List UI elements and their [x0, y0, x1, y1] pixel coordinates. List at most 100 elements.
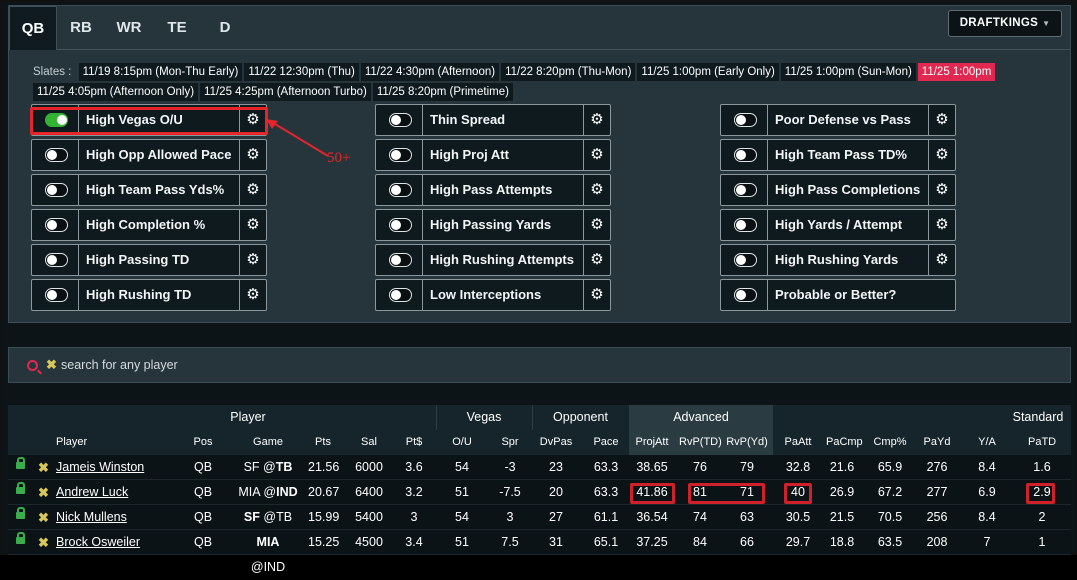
column-header[interactable]: O/U [448, 430, 476, 455]
toggle-switch[interactable] [45, 218, 68, 232]
column-header[interactable]: Game [238, 430, 298, 455]
toggle-switch[interactable] [734, 288, 757, 302]
column-header[interactable]: Pos [188, 430, 218, 455]
column-header[interactable]: RvP(TD) [679, 430, 722, 455]
tab-te[interactable]: TE [153, 6, 201, 50]
column-header[interactable]: PaAtt [783, 430, 813, 455]
exclude-icon[interactable]: ✖ [38, 505, 49, 530]
tab-wr[interactable]: WR [105, 6, 153, 50]
column-header[interactable]: Pts [308, 430, 338, 455]
player-name-link[interactable]: Brock Osweiler [56, 530, 140, 555]
slate-chip[interactable]: 11/25 8:20pm (Primetime) [372, 83, 513, 101]
group-vegas: Vegas [436, 405, 531, 430]
gear-icon[interactable]: ⚙ [239, 210, 266, 240]
toggle-switch[interactable] [389, 288, 412, 302]
column-header[interactable]: PaCmp [826, 430, 863, 455]
at-symbol: @ [259, 460, 276, 474]
column-header[interactable]: Sal [353, 430, 385, 455]
toggle-switch[interactable] [389, 253, 412, 267]
slate-chip[interactable]: 11/25 1:00pm (Sun-Mon) [780, 63, 916, 81]
position-tabs: QB RB WR TE D [9, 6, 249, 50]
gear-icon[interactable]: ⚙ [239, 140, 266, 170]
gear-icon[interactable]: ⚙ [583, 245, 610, 275]
highlight-box [1026, 483, 1055, 504]
slate-chip[interactable]: 11/25 1:00pm (Early Only) [637, 63, 779, 81]
lock-icon[interactable] [16, 507, 25, 519]
exclude-icon[interactable]: ✖ [38, 455, 49, 480]
toggle-switch[interactable] [389, 113, 412, 127]
slate-chip[interactable]: 11/25 1:00pm [917, 63, 996, 81]
gear-icon[interactable]: ⚙ [583, 280, 610, 310]
toggle-switch[interactable] [45, 183, 68, 197]
gear-icon[interactable]: ⚙ [239, 245, 266, 275]
toggle-switch[interactable] [45, 288, 68, 302]
player-name-link[interactable]: Nick Mullens [56, 505, 127, 530]
slate-chip[interactable]: 11/19 8:15pm (Mon-Thu Early) [78, 63, 243, 81]
toggle-switch[interactable] [45, 253, 68, 267]
table-row[interactable]: ✖ Brock Osweiler QB MIA @IND 15.25 4500 3.4 51 7… [8, 530, 1071, 574]
filter-label: High Rushing Yards [775, 252, 899, 267]
column-header[interactable]: Y/A [973, 430, 1001, 455]
column-header[interactable]: PaYd [922, 430, 952, 455]
toggle-switch[interactable] [734, 183, 757, 197]
lock-icon[interactable] [16, 482, 25, 494]
tab-divider [57, 49, 1070, 50]
gear-icon[interactable]: ⚙ [583, 210, 610, 240]
filter-item: High Team Pass TD% ⚙ [720, 139, 956, 171]
filter-label: High Pass Attempts [430, 182, 553, 197]
toggle-switch[interactable] [389, 183, 412, 197]
column-header[interactable]: Spr [499, 430, 521, 455]
column-header[interactable]: Pt$ [403, 430, 425, 455]
table-row[interactable]: ✖ Nick Mullens QB SF @TB 15.99 5400 3 54 3 27 61.1… [8, 505, 1071, 530]
cell-paatt: 32.8 [785, 460, 811, 474]
slate-chip[interactable]: 11/22 4:30pm (Afternoon) [360, 63, 500, 81]
slate-chip[interactable]: 11/25 4:25pm (Afternoon Turbo) [200, 83, 371, 101]
gear-icon[interactable]: ⚙ [928, 245, 955, 275]
toggle-switch[interactable] [734, 218, 757, 232]
toggle-switch[interactable] [734, 113, 757, 127]
gear-icon[interactable]: ⚙ [583, 175, 610, 205]
slate-chip[interactable]: 11/25 4:05pm (Afternoon Only) [33, 83, 199, 101]
toggle-switch[interactable] [45, 148, 68, 162]
exclude-icon[interactable]: ✖ [38, 480, 49, 505]
table-row[interactable]: ✖ Jameis Winston QB SF @TB 21.56 6000 3.6 54 -3 2… [8, 455, 1071, 480]
player-search[interactable]: ✖ search for any player [8, 347, 1071, 383]
lock-icon[interactable] [16, 457, 25, 469]
column-header[interactable]: Player [56, 430, 87, 455]
tab-qb[interactable]: QB [9, 6, 57, 50]
clear-icon[interactable]: ✖ [46, 357, 57, 373]
gear-icon[interactable]: ⚙ [928, 175, 955, 205]
toggle-switch[interactable] [389, 148, 412, 162]
toggle-cell [721, 245, 768, 275]
column-header[interactable]: RvP(Yd) [726, 430, 768, 455]
exclude-icon[interactable]: ✖ [38, 530, 49, 555]
lock-icon[interactable] [16, 532, 25, 544]
gear-icon[interactable]: ⚙ [928, 140, 955, 170]
tab-d[interactable]: D [201, 6, 249, 50]
toggle-switch[interactable] [389, 218, 412, 232]
search-input[interactable]: search for any player [61, 358, 178, 372]
player-name-link[interactable]: Andrew Luck [56, 480, 128, 505]
slate-chip[interactable]: 11/22 8:20pm (Thu-Mon) [501, 63, 636, 81]
cell-patd: 1 [1038, 535, 1046, 549]
column-header[interactable]: PaTD [1028, 430, 1056, 455]
table-row[interactable]: ✖ Andrew Luck QB MIA @IND 20.67 6400 3.2 51 -7.5… [8, 480, 1071, 505]
gear-icon[interactable]: ⚙ [928, 210, 955, 240]
gear-icon[interactable]: ⚙ [583, 105, 610, 135]
player-name-link[interactable]: Jameis Winston [56, 455, 144, 480]
column-header[interactable]: Pace [590, 430, 622, 455]
slate-chip[interactable]: 11/22 12:30pm (Thu) [244, 63, 359, 81]
site-dropdown[interactable]: DRAFTKINGS ▼ [948, 10, 1062, 37]
cell-pace: 61.1 [593, 510, 619, 524]
tab-rb[interactable]: RB [57, 6, 105, 50]
column-header[interactable]: DvPas [537, 430, 575, 455]
gear-icon[interactable]: ⚙ [583, 140, 610, 170]
gear-icon[interactable]: ⚙ [239, 175, 266, 205]
toggle-switch[interactable] [734, 253, 757, 267]
column-header[interactable]: ProjAtt [633, 430, 671, 455]
filter-item: High Proj Att ⚙ [375, 139, 611, 171]
toggle-switch[interactable] [734, 148, 757, 162]
gear-icon[interactable]: ⚙ [928, 105, 955, 135]
gear-icon[interactable]: ⚙ [239, 280, 266, 310]
column-header[interactable]: Cmp% [872, 430, 908, 455]
